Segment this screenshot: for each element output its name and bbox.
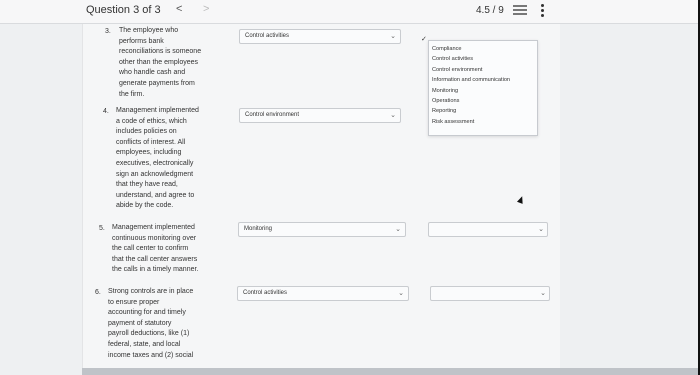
checkmark-icon: ✓ xyxy=(421,36,427,43)
selected-value: Control activities xyxy=(243,290,288,296)
question-line: Management implemented xyxy=(112,224,195,231)
question-line: generate payments from xyxy=(119,79,195,87)
next-question-button[interactable]: > xyxy=(203,3,209,15)
selected-value: Control environment xyxy=(245,112,300,118)
question-line: sign an acknowledgment xyxy=(116,170,194,178)
option-information-and-communication[interactable]: Information and communication xyxy=(432,75,537,85)
option-reporting[interactable]: Reporting xyxy=(432,106,537,116)
question-number: 4. xyxy=(103,108,109,115)
question-line: reconciliations is someone xyxy=(119,48,202,56)
option-compliance[interactable]: Compliance xyxy=(432,44,537,54)
top-bar: Question 3 of 3 < > 4.5 / 9 xyxy=(0,0,700,24)
question-line: the calls in a timely manner. xyxy=(112,266,199,274)
chevron-down-icon: ⌄ xyxy=(390,112,396,119)
question-line: includes policies on xyxy=(116,128,177,136)
dropdown-options-list[interactable]: ✓ Compliance Control activities Control … xyxy=(421,36,538,136)
option-control-activities[interactable]: Control activities xyxy=(432,54,537,64)
question-line: employees, including xyxy=(116,149,182,157)
question-line: other than the employees xyxy=(119,58,198,66)
score-display: 4.5 / 9 xyxy=(476,5,504,16)
previous-question-button[interactable]: < xyxy=(176,3,182,15)
chevron-down-icon: ⌄ xyxy=(538,226,544,233)
chevron-down-icon: ⌄ xyxy=(398,290,404,297)
question-number: 3. xyxy=(105,28,111,35)
question-line: performs bank xyxy=(119,37,164,45)
question-number: 6. xyxy=(95,289,101,296)
answer-select[interactable]: Monitoring ⌄ xyxy=(238,222,406,237)
question-line: understand, and agree to xyxy=(116,191,195,199)
question-line: accounting for and timely xyxy=(108,309,186,317)
question-line: Strong controls are in place xyxy=(108,288,194,295)
question-line: that the call center answers xyxy=(112,255,198,263)
question-counter: Question 3 of 3 xyxy=(86,4,161,16)
question-line: conflicts of interest. All xyxy=(116,138,186,146)
question-line: abide by the code. xyxy=(116,202,174,210)
question-text: The employee who performs bank reconcili… xyxy=(119,26,219,100)
question-line: The employee who xyxy=(119,27,179,34)
selected-value: Monitoring xyxy=(244,226,273,232)
result-select[interactable]: ⌄ xyxy=(428,222,548,237)
question-text: Management implemented continuous monito… xyxy=(112,223,224,276)
answer-select[interactable]: Control activities ⌄ xyxy=(239,29,401,44)
question-text: Management implemented a code of ethics,… xyxy=(116,106,226,212)
option-operations[interactable]: Operations xyxy=(432,96,537,106)
question-line: federal, state, and local xyxy=(108,340,181,348)
question-line: payment of statutory xyxy=(108,319,172,327)
question-line: a code of ethics, which xyxy=(116,117,187,125)
question-line: Management implemented xyxy=(116,107,199,114)
question-line: the firm. xyxy=(119,90,145,98)
question-line: who handle cash and xyxy=(119,69,186,77)
question-number: 5. xyxy=(99,225,105,232)
question-line: executives, electronically xyxy=(116,159,194,167)
list-icon[interactable] xyxy=(513,5,527,17)
question-line: the call center to confirm xyxy=(112,245,189,253)
answer-select[interactable]: Control environment ⌄ xyxy=(239,108,401,123)
option-risk-assessment[interactable]: Risk assessment xyxy=(432,117,537,127)
question-line: that they have read, xyxy=(116,181,178,189)
bottom-edge xyxy=(82,368,700,375)
result-select[interactable]: ⌄ xyxy=(430,286,550,301)
more-options-icon[interactable] xyxy=(541,4,545,18)
options-list: Compliance Control activities Control en… xyxy=(429,41,537,127)
chevron-down-icon: ⌄ xyxy=(395,226,401,233)
question-line: continuous monitoring over xyxy=(112,234,197,242)
question-line: to ensure proper xyxy=(108,298,160,306)
option-control-environment[interactable]: Control environment xyxy=(432,65,537,75)
chevron-down-icon: ⌄ xyxy=(390,33,396,40)
chevron-down-icon: ⌄ xyxy=(540,290,546,297)
question-line: income taxes and (2) social xyxy=(108,351,194,359)
selected-value: Control activities xyxy=(245,33,290,39)
answer-select[interactable]: Control activities ⌄ xyxy=(237,286,409,301)
option-monitoring[interactable]: Monitoring xyxy=(432,86,537,96)
question-line: payroll deductions, like (1) xyxy=(108,330,190,338)
question-text: Strong controls are in place to ensure p… xyxy=(108,287,223,361)
